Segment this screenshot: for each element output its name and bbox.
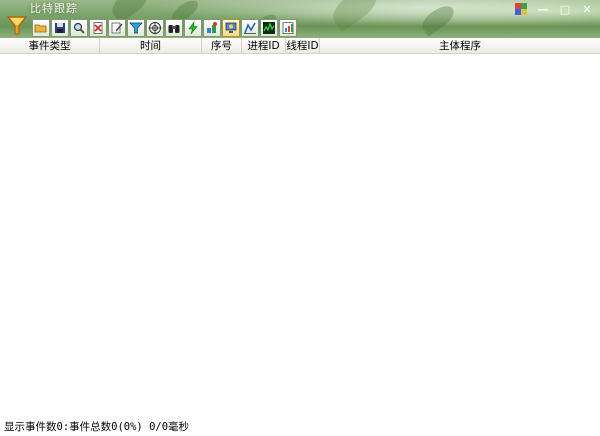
toolbar-button-find[interactable] — [165, 19, 183, 37]
column-header-main-program[interactable]: 主体程序 — [320, 38, 600, 54]
toolbar-button-filter[interactable] — [127, 19, 145, 37]
filter-funnel-icon — [129, 22, 143, 34]
status-text: 显示事件数0:事件总数0(0%) 0/0毫秒 — [4, 421, 190, 433]
window-controls: — □ ✕ — [512, 2, 596, 16]
toolbar-button-open[interactable] — [32, 19, 50, 37]
toolbar-button-edit[interactable] — [108, 19, 126, 37]
column-header-thread-id[interactable]: 线程ID — [286, 38, 320, 54]
save-disk-icon — [55, 23, 65, 33]
toolbar-button-search[interactable] — [70, 19, 88, 37]
report-icon — [282, 22, 294, 34]
monitor-active-icon — [225, 22, 237, 33]
process-tool-icon — [207, 22, 217, 33]
maximize-icon: □ — [559, 2, 571, 16]
toolbar-button-report[interactable] — [279, 19, 297, 37]
column-header-event-type[interactable]: 事件类型 — [0, 38, 100, 54]
toolbar-button-process[interactable] — [203, 19, 221, 37]
target-icon — [148, 21, 162, 35]
toolbar-button-save[interactable] — [51, 19, 69, 37]
close-icon: ✕ — [582, 2, 592, 16]
toolbar-button-capture[interactable] — [184, 19, 202, 37]
magnifier-icon — [73, 22, 85, 34]
toolbar-button-monitor[interactable] — [222, 19, 240, 37]
chart-icon — [244, 22, 256, 34]
column-header-process-id[interactable]: 进程ID — [242, 38, 286, 54]
delete-document-icon — [93, 22, 103, 34]
maximize-button[interactable]: □ — [556, 2, 574, 16]
status-bar: 显示事件数0:事件总数0(0%) 0/0毫秒 — [0, 418, 600, 436]
column-header-time[interactable]: 时间 — [100, 38, 202, 54]
edit-document-icon — [111, 22, 123, 34]
toolbar-button-target[interactable] — [146, 19, 164, 37]
green-lightning-icon — [188, 21, 198, 35]
app-logo-icon — [6, 16, 28, 35]
activity-graph-icon — [263, 22, 275, 34]
close-button[interactable]: ✕ — [578, 2, 596, 16]
minimize-icon: — — [537, 2, 549, 16]
event-list-header: 事件类型 时间 序号 进程ID 线程ID 主体程序 — [0, 38, 600, 54]
column-header-sequence[interactable]: 序号 — [202, 38, 242, 54]
window-title: 比特跟踪 — [30, 2, 78, 15]
palette-icon[interactable] — [512, 2, 530, 16]
toolbar-button-chart[interactable] — [241, 19, 259, 37]
minimize-button[interactable]: — — [534, 2, 552, 16]
toolbar-button-delete[interactable] — [89, 19, 107, 37]
open-folder-icon — [34, 24, 47, 33]
toolbar — [32, 19, 297, 37]
binoculars-icon — [168, 25, 180, 33]
event-list[interactable] — [0, 54, 600, 418]
toolbar-button-activity[interactable] — [260, 19, 278, 37]
title-bar[interactable]: 比特跟踪 — □ ✕ — [0, 0, 600, 38]
